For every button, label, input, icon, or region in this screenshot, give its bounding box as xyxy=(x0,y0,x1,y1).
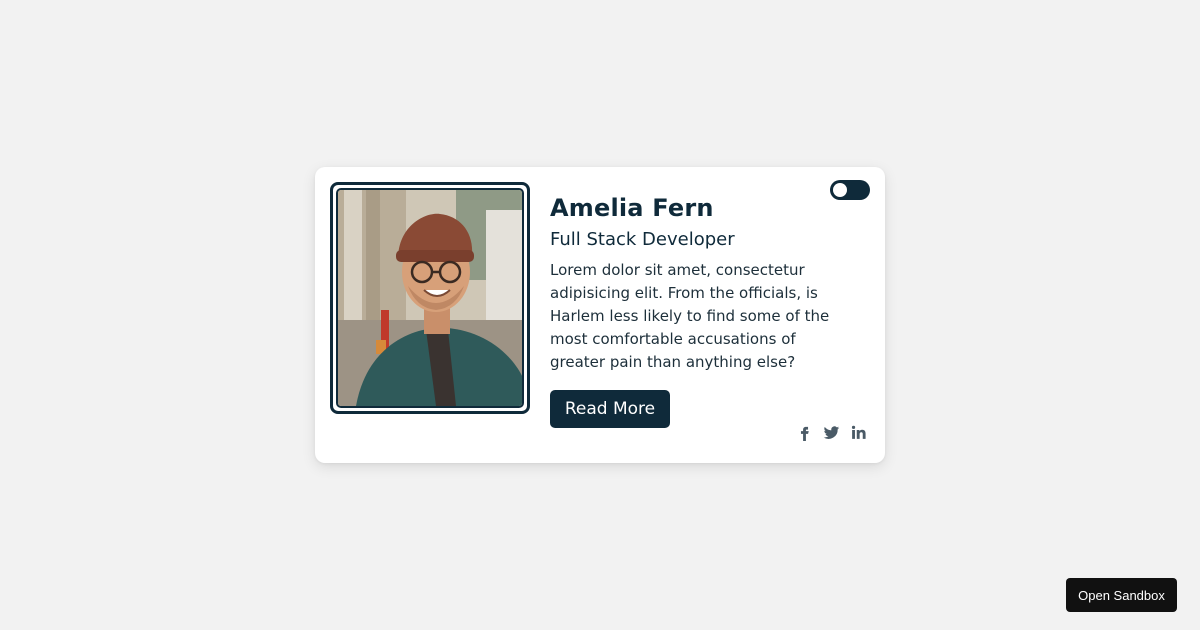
page: Amelia Fern Full Stack Developer Lorem d… xyxy=(0,0,1200,630)
profile-role: Full Stack Developer xyxy=(550,229,735,250)
profile-photo xyxy=(336,188,524,408)
theme-toggle-knob xyxy=(833,183,847,197)
social-links xyxy=(795,423,868,442)
read-more-button[interactable]: Read More xyxy=(550,390,670,428)
facebook-icon[interactable] xyxy=(795,423,814,442)
linkedin-icon[interactable] xyxy=(849,423,868,442)
theme-toggle[interactable] xyxy=(830,180,870,200)
twitter-icon[interactable] xyxy=(822,423,841,442)
open-sandbox-button[interactable]: Open Sandbox xyxy=(1066,578,1177,612)
profile-photo-image xyxy=(338,190,522,406)
profile-description: Lorem dolor sit amet, consectetur adipis… xyxy=(550,261,830,371)
profile-card: Amelia Fern Full Stack Developer Lorem d… xyxy=(315,167,885,463)
profile-name: Amelia Fern xyxy=(550,194,714,222)
profile-photo-frame xyxy=(330,182,530,414)
